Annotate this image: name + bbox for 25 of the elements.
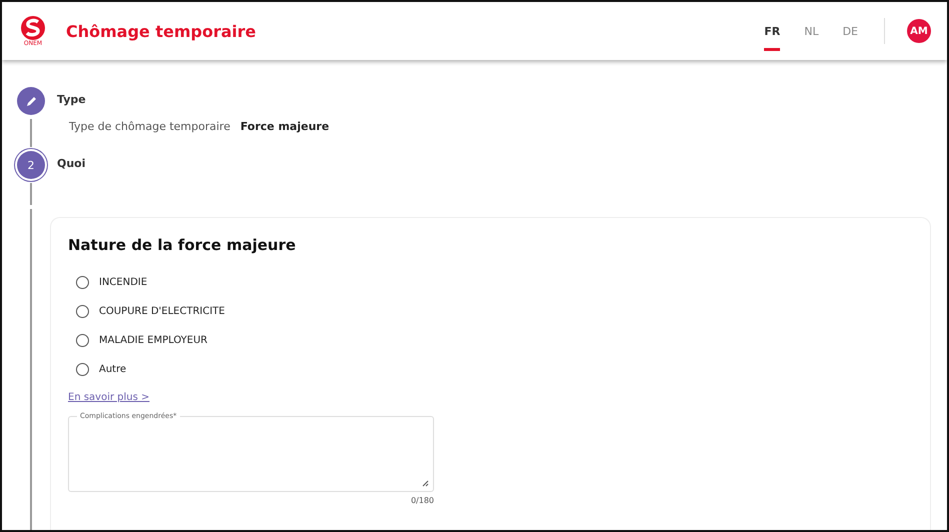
step-indicator: 2: [17, 151, 45, 179]
pencil-icon: [26, 96, 36, 106]
card-title: Nature de la force majeure: [68, 236, 297, 254]
summary-value: Force majeure: [240, 120, 330, 133]
radio-button[interactable]: [76, 276, 89, 289]
option-label: INCENDIE: [99, 277, 148, 288]
language-tab[interactable]: DE: [842, 17, 858, 51]
radio-button[interactable]: [76, 363, 89, 376]
language-tab[interactable]: NL: [804, 17, 819, 51]
step-connector: [30, 119, 32, 147]
option-label: Autre: [99, 364, 126, 375]
radio-button[interactable]: [76, 334, 89, 347]
user-avatar[interactable]: AM: [907, 19, 931, 43]
option-label: COUPURE D'ELECTRICITE: [99, 306, 225, 317]
radio-button[interactable]: [76, 305, 89, 318]
language-tab[interactable]: FR: [764, 17, 780, 51]
learn-more-link[interactable]: En savoir plus >: [68, 392, 150, 403]
step-connector: [30, 183, 32, 205]
step-title: Type: [57, 93, 87, 106]
resize-handle-icon[interactable]: [422, 480, 429, 487]
summary-label: Type de chômage temporaire: [69, 120, 230, 133]
option-label: MALADIE EMPLOYEUR: [99, 335, 208, 346]
step-title: Quoi: [57, 157, 86, 170]
app-title: Chômage temporaire: [66, 22, 256, 40]
character-counter: 0/180: [410, 496, 434, 505]
